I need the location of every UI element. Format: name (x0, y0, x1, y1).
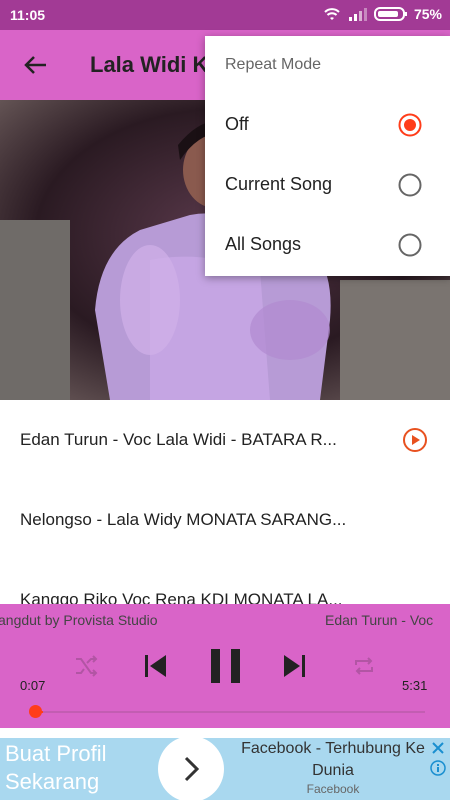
song-title: Edan Turun - Voc Lala Widi - BATARA R... (20, 430, 337, 449)
player-panel: angdut by Provista Studio Edan Turun - V… (0, 604, 450, 728)
seek-bar[interactable] (35, 711, 425, 713)
ad-title: Facebook - Terhubung Ke Dunia (241, 740, 425, 779)
ad-headline: Buat Profil Sekarang (5, 741, 107, 794)
info-icon[interactable] (430, 760, 446, 776)
song-title: Kanggo Riko Voc Rena KDI MONATA LA... (20, 590, 343, 604)
song-title: Nelongso - Lala Widy MONATA SARANG... (20, 510, 347, 529)
menu-title: Repeat Mode (225, 56, 322, 73)
page-title: Lala Widi K (90, 52, 209, 77)
close-icon[interactable] (430, 740, 446, 756)
repeat-icon[interactable] (351, 653, 377, 679)
elapsed-time: 0:07 (20, 678, 46, 693)
signal-icon (348, 8, 367, 21)
skip-next-icon[interactable] (282, 652, 308, 680)
song-list: Edan Turun - Voc Lala Widi - BATARA R...… (0, 400, 450, 604)
seek-thumb[interactable] (29, 705, 42, 718)
play-circle-icon[interactable] (402, 427, 428, 453)
status-bar: 11:05 75% (0, 0, 450, 30)
repeat-option-off[interactable]: Off (205, 95, 450, 155)
list-item[interactable]: Nelongso - Lala Widy MONATA SARANG... (0, 480, 450, 560)
status-time: 11:05 (10, 7, 46, 23)
battery-icon (373, 7, 407, 21)
repeat-option-all-songs[interactable]: All Songs (205, 215, 450, 275)
radio-selected-icon[interactable] (398, 113, 422, 137)
ad-banner[interactable]: Buat Profil Sekarang Facebook - Terhubun… (0, 738, 450, 800)
option-label: Off (225, 114, 249, 134)
now-playing-title: Edan Turun - Voc (325, 612, 434, 628)
total-duration: 5:31 (402, 678, 428, 693)
back-arrow-icon[interactable] (20, 50, 50, 80)
chevron-right-icon[interactable] (156, 738, 226, 800)
shuffle-icon[interactable] (73, 653, 99, 679)
pause-icon[interactable] (209, 648, 243, 684)
battery-percent: 75% (413, 6, 442, 22)
ad-source: Facebook (306, 782, 360, 796)
list-item[interactable]: Edan Turun - Voc Lala Widi - BATARA R... (0, 400, 450, 480)
skip-previous-icon[interactable] (142, 652, 168, 680)
repeat-option-current-song[interactable]: Current Song (205, 155, 450, 215)
radio-unselected-icon[interactable] (398, 233, 422, 257)
list-item[interactable]: Kanggo Riko Voc Rena KDI MONATA LA... (0, 560, 450, 604)
wifi-icon (324, 8, 340, 20)
radio-unselected-icon[interactable] (398, 173, 422, 197)
option-label: All Songs (225, 234, 302, 254)
now-playing-marquee: angdut by Provista Studio (0, 612, 158, 628)
repeat-mode-menu: Repeat Mode Off Current Song All Songs (205, 36, 450, 276)
option-label: Current Song (225, 174, 333, 194)
